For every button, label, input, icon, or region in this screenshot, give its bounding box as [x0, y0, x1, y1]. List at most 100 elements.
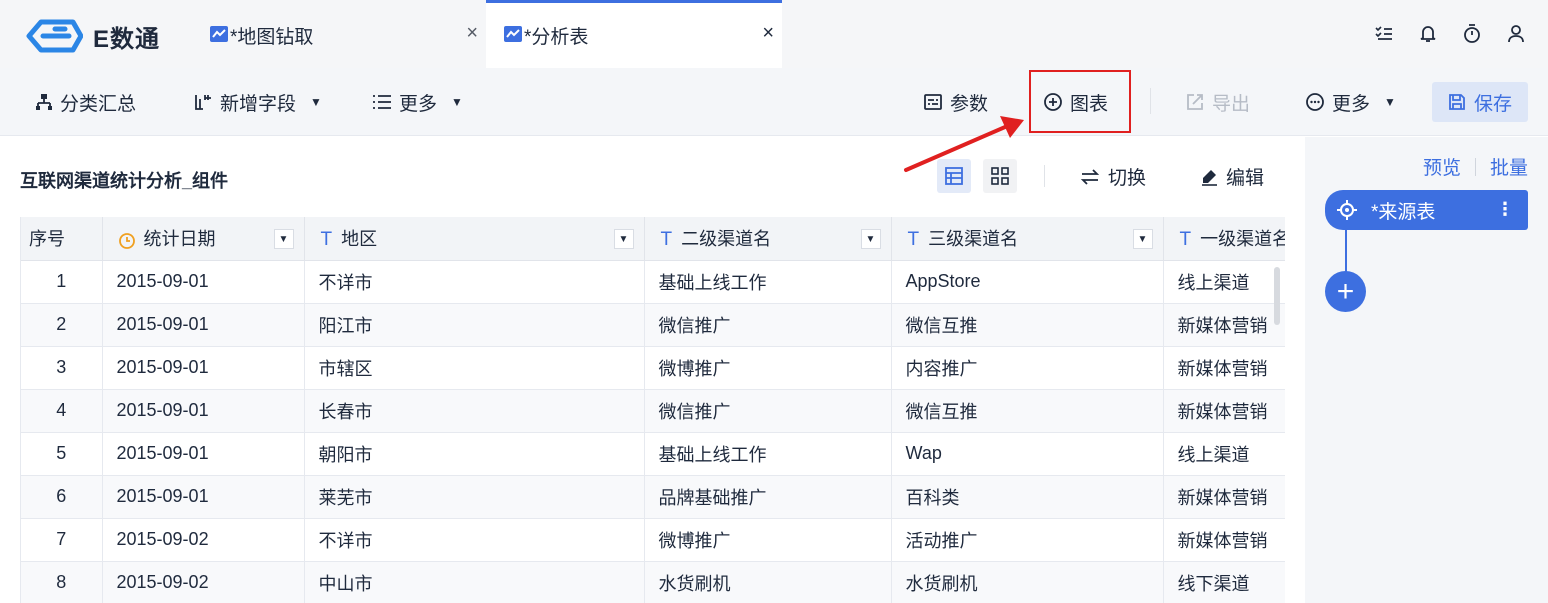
close-icon[interactable]: × [762, 22, 774, 44]
column-dropdown-icon[interactable]: ▼ [273, 229, 294, 249]
cell-region[interactable]: 不详市 [304, 260, 645, 304]
cell-index[interactable]: 4 [21, 389, 103, 433]
save-label: 保存 [1473, 93, 1512, 115]
cell-index[interactable]: 6 [21, 475, 103, 519]
cell-index[interactable]: 3 [21, 346, 103, 390]
table-row[interactable]: 3 2015-09-01 市辖区 微博推广 内容推广 新媒体营销 [21, 346, 1285, 390]
user-icon[interactable] [1506, 22, 1526, 46]
column-header-index[interactable]: 序号 [21, 217, 103, 261]
column-header-date[interactable]: 统计日期 ▼ [102, 217, 305, 261]
switch-button[interactable]: 切换 [1080, 163, 1146, 190]
cell-date[interactable]: 2015-09-01 [102, 260, 305, 304]
cell-index[interactable]: 1 [21, 260, 103, 304]
list-icon[interactable] [1374, 22, 1394, 46]
cell-date[interactable]: 2015-09-01 [102, 303, 305, 347]
cell-date[interactable]: 2015-09-01 [102, 432, 305, 476]
table-row[interactable]: 1 2015-09-01 不详市 基础上线工作 AppStore 线上渠道 [21, 260, 1285, 304]
tab-label: *地图钻取 [230, 27, 314, 48]
chart-button-highlight [1029, 70, 1131, 133]
cell-channel-3[interactable]: Wap [891, 432, 1164, 476]
cell-index[interactable]: 2 [21, 303, 103, 347]
column-dropdown-icon[interactable]: ▼ [613, 229, 634, 249]
vertical-scrollbar[interactable] [1274, 267, 1280, 325]
table-row[interactable]: 5 2015-09-01 朝阳市 基础上线工作 Wap 线上渠道 [21, 432, 1285, 476]
add-field-icon [195, 95, 211, 110]
cell-channel-1[interactable]: 新媒体营销 [1163, 346, 1285, 390]
group-summary-button[interactable]: 分类汇总 [36, 88, 136, 116]
cell-region[interactable]: 市辖区 [304, 346, 645, 390]
column-header-channel-2[interactable]: T 二级渠道名 ▼ [644, 217, 892, 261]
cell-channel-1[interactable]: 线下渠道 [1163, 561, 1285, 603]
table-row[interactable]: 7 2015-09-02 不详市 微博推广 活动推广 新媒体营销 [21, 518, 1285, 562]
cell-channel-2[interactable]: 微信推广 [644, 389, 892, 433]
column-dropdown-icon[interactable]: ▼ [1132, 229, 1153, 249]
table-row[interactable]: 4 2015-09-01 长春市 微信推广 微信互推 新媒体营销 [21, 389, 1285, 433]
cell-date[interactable]: 2015-09-01 [102, 475, 305, 519]
column-header-label: 一级渠道名 [1200, 229, 1285, 250]
more-right-button[interactable]: 更多 ▼ [1306, 88, 1396, 116]
annotation-arrow-icon [904, 116, 1024, 172]
cell-date[interactable]: 2015-09-02 [102, 518, 305, 562]
cell-date[interactable]: 2015-09-01 [102, 389, 305, 433]
cell-region[interactable]: 不详市 [304, 518, 645, 562]
cell-region[interactable]: 阳江市 [304, 303, 645, 347]
bell-icon[interactable] [1418, 22, 1438, 46]
cell-channel-3[interactable]: 内容推广 [891, 346, 1164, 390]
cell-index[interactable]: 7 [21, 518, 103, 562]
kebab-menu-icon[interactable]: ⋮ [1496, 199, 1514, 219]
timer-icon[interactable] [1462, 22, 1482, 46]
source-node-label: *来源表 [1371, 201, 1436, 223]
preview-link[interactable]: 预览 [1423, 153, 1461, 180]
cell-channel-3[interactable]: 水货刷机 [891, 561, 1164, 603]
batch-link[interactable]: 批量 [1490, 153, 1528, 180]
cell-date[interactable]: 2015-09-01 [102, 346, 305, 390]
cell-channel-2[interactable]: 水货刷机 [644, 561, 892, 603]
cell-region[interactable]: 莱芜市 [304, 475, 645, 519]
column-dropdown-icon[interactable]: ▼ [860, 229, 881, 249]
cell-region[interactable]: 中山市 [304, 561, 645, 603]
cell-channel-2[interactable]: 微博推广 [644, 518, 892, 562]
flow-panel: 预览 批量 *来源表 ⋮ + [1305, 137, 1548, 603]
cell-channel-1[interactable]: 新媒体营销 [1163, 389, 1285, 433]
cell-channel-3[interactable]: 百科类 [891, 475, 1164, 519]
cell-channel-2[interactable]: 基础上线工作 [644, 260, 892, 304]
toolbar: 分类汇总 新增字段 ▼ 更多 ▼ 参数 图表 导出 更多 ▼ 保存 [0, 68, 1548, 136]
add-field-button[interactable]: 新增字段 ▼ [194, 88, 322, 116]
cell-channel-3[interactable]: 微信互推 [891, 389, 1164, 433]
table-row[interactable]: 2 2015-09-01 阳江市 微信推广 微信互推 新媒体营销 [21, 303, 1285, 347]
cell-channel-2[interactable]: 基础上线工作 [644, 432, 892, 476]
cell-channel-2[interactable]: 品牌基础推广 [644, 475, 892, 519]
cell-region[interactable]: 朝阳市 [304, 432, 645, 476]
cell-channel-1[interactable]: 新媒体营销 [1163, 303, 1285, 347]
add-node-button[interactable]: + [1325, 271, 1366, 312]
tab-map-drill[interactable]: *地图钻取 × [192, 0, 486, 68]
table-header-row: 序号 统计日期 ▼ T 地区 ▼ T 二级渠道名 ▼ T 三级渠道名 ▼ T 一… [21, 217, 1285, 261]
cell-channel-2[interactable]: 微博推广 [644, 346, 892, 390]
cell-index[interactable]: 8 [21, 561, 103, 603]
cell-channel-3[interactable]: AppStore [891, 260, 1164, 304]
cell-channel-1[interactable]: 新媒体营销 [1163, 475, 1285, 519]
table-row[interactable]: 8 2015-09-02 中山市 水货刷机 水货刷机 线下渠道 [21, 561, 1285, 603]
more-left-button[interactable]: 更多 ▼ [373, 88, 463, 116]
column-header-channel-3[interactable]: T 三级渠道名 ▼ [891, 217, 1164, 261]
cell-index[interactable]: 5 [21, 432, 103, 476]
cell-channel-3[interactable]: 活动推广 [891, 518, 1164, 562]
close-icon[interactable]: × [466, 22, 478, 44]
tab-analysis-table[interactable]: *分析表 × [486, 0, 782, 68]
column-header-region[interactable]: T 地区 ▼ [304, 217, 645, 261]
tab-label: *分析表 [524, 27, 589, 48]
cell-date[interactable]: 2015-09-02 [102, 561, 305, 603]
cell-channel-1[interactable]: 线上渠道 [1163, 260, 1285, 304]
cell-region[interactable]: 长春市 [304, 389, 645, 433]
cell-channel-1[interactable]: 新媒体营销 [1163, 518, 1285, 562]
edit-label: 编辑 [1226, 168, 1265, 189]
cell-channel-1[interactable]: 线上渠道 [1163, 432, 1285, 476]
source-table-node[interactable]: *来源表 ⋮ [1325, 190, 1528, 230]
table-row[interactable]: 6 2015-09-01 莱芜市 品牌基础推广 百科类 新媒体营销 [21, 475, 1285, 519]
export-button[interactable]: 导出 [1186, 88, 1250, 116]
save-button[interactable]: 保存 [1432, 82, 1528, 122]
column-header-channel-1[interactable]: T 一级渠道名 [1163, 217, 1285, 261]
edit-button[interactable]: 编辑 [1200, 163, 1264, 190]
cell-channel-2[interactable]: 微信推广 [644, 303, 892, 347]
cell-channel-3[interactable]: 微信互推 [891, 303, 1164, 347]
